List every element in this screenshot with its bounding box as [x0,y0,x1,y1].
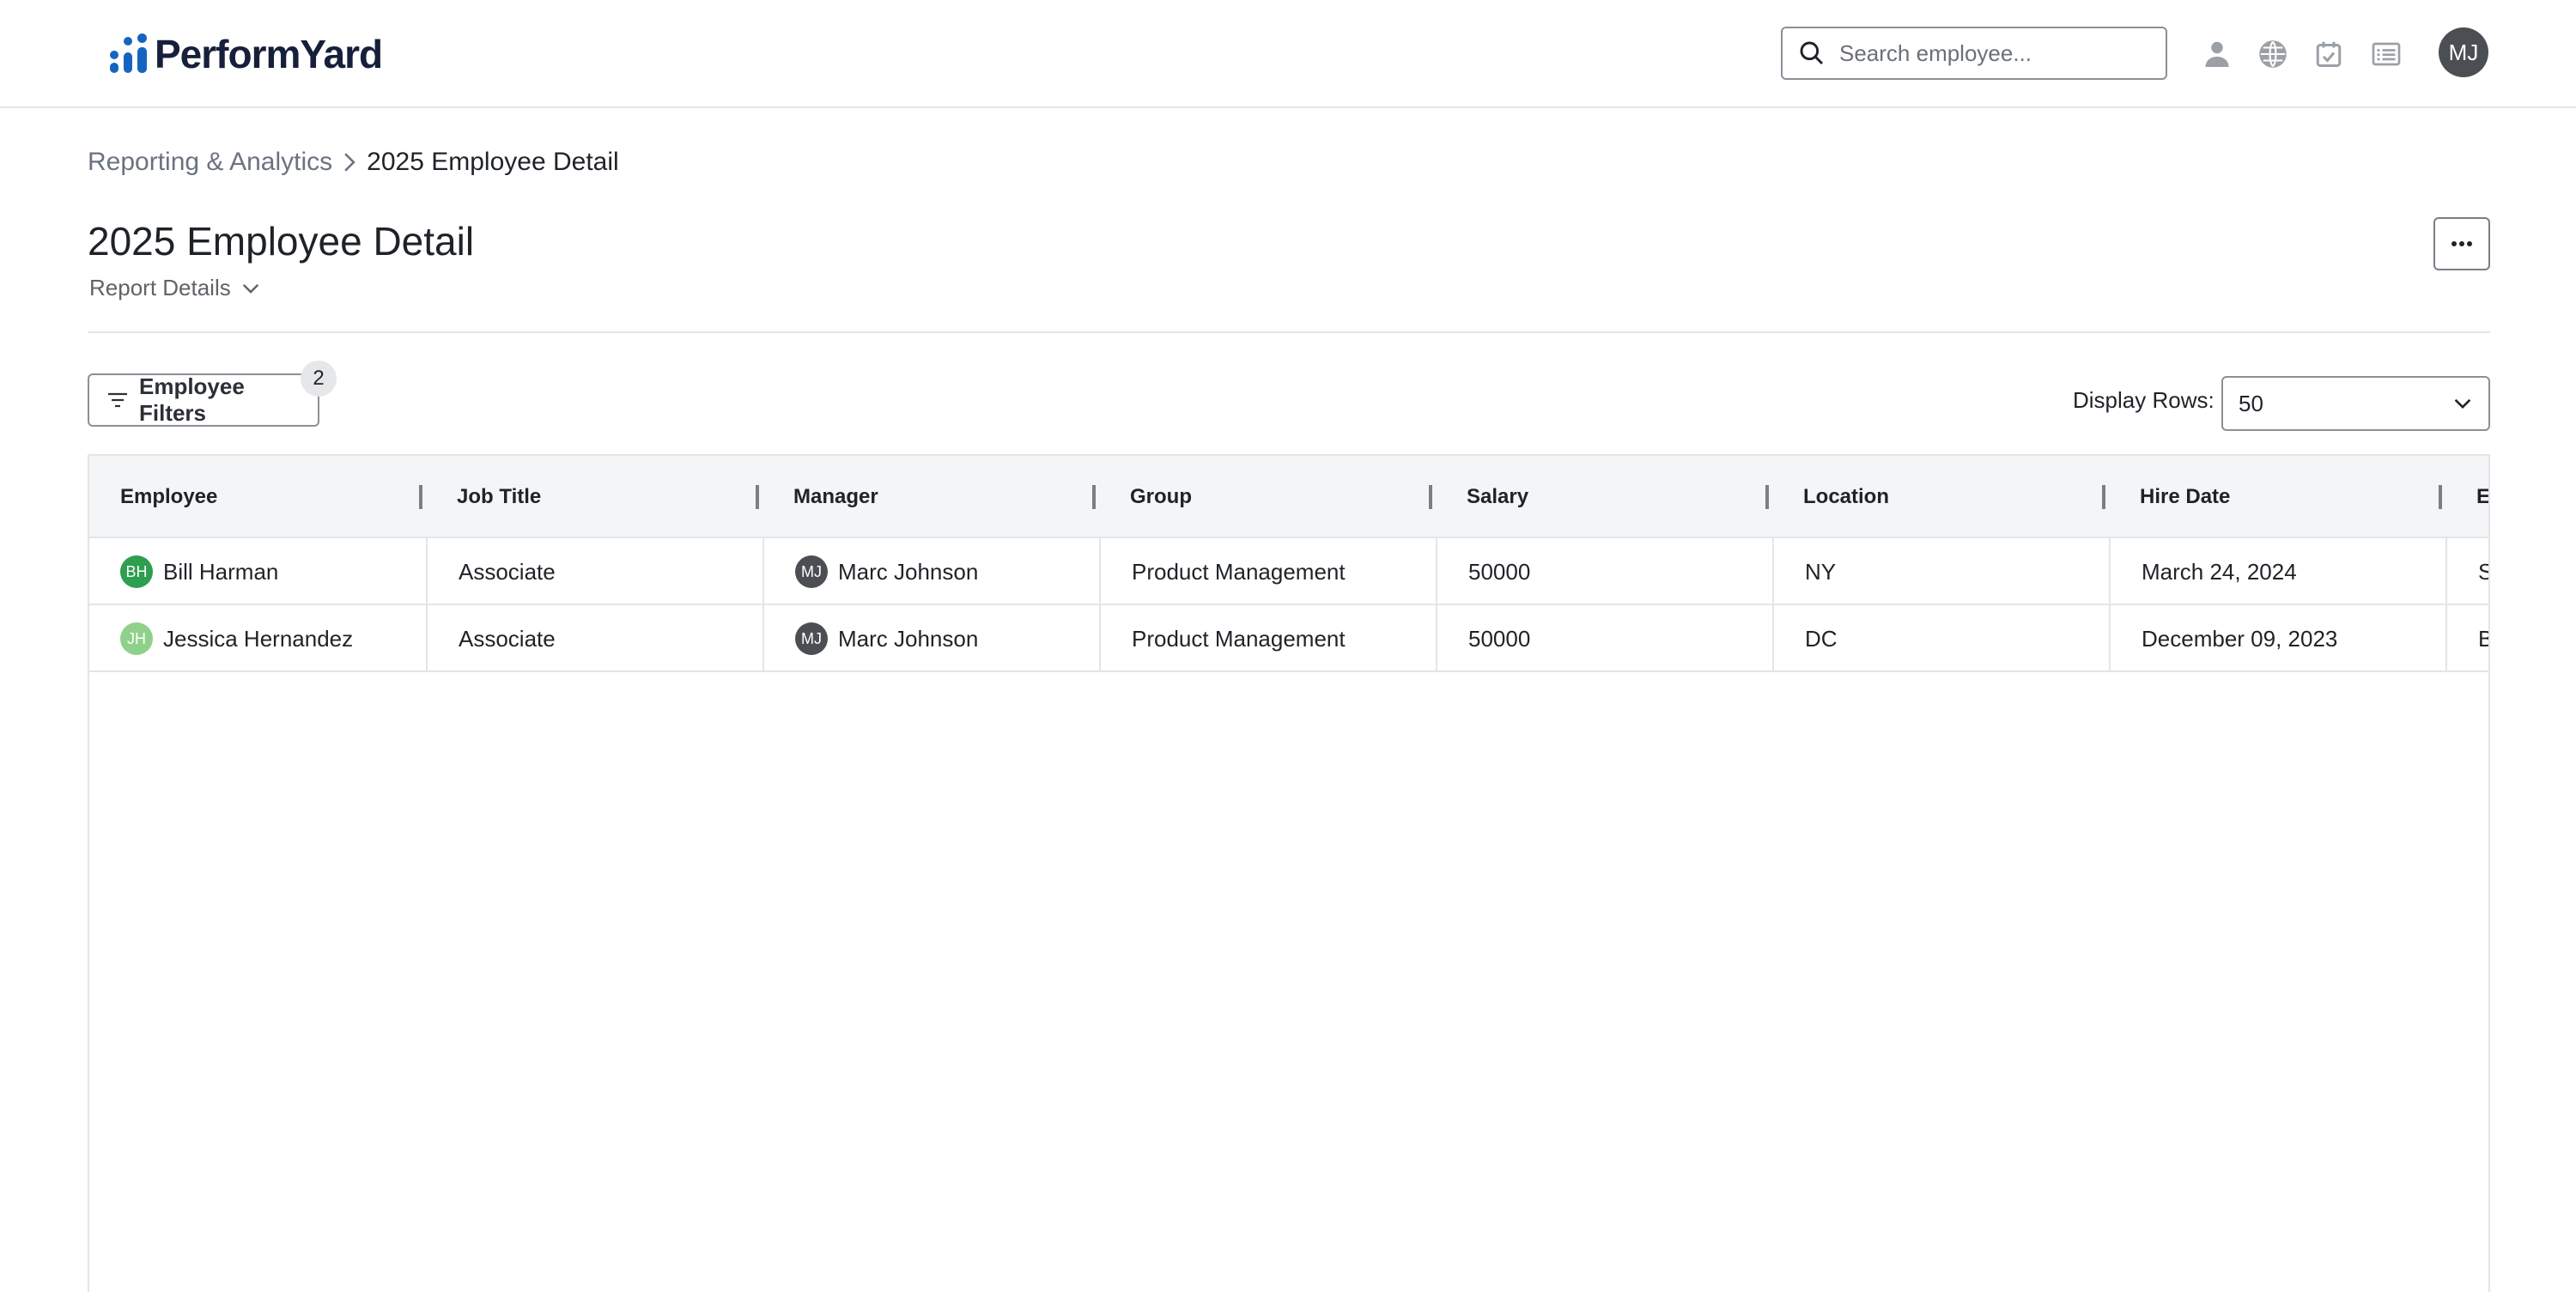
manager-avatar: MJ [795,622,828,655]
employee-name: Jessica Hernandez [163,625,354,652]
table-row[interactable]: BH Bill Harman Associate MJ Marc Johnson… [89,538,2488,605]
column-resizer[interactable] [2102,485,2105,509]
employee-filters-button[interactable]: Employee Filters [88,373,319,427]
table-header: Employee Job Title Manager Group Salary … [89,456,2488,538]
column-resizer[interactable] [419,485,422,509]
column-header-group[interactable]: Group [1099,456,1436,538]
report-details-label: Report Details [89,275,231,300]
report-details-toggle[interactable]: Report Details [89,275,260,301]
logo-mark-icon [106,33,151,75]
breadcrumb-current: 2025 Employee Detail [367,148,619,176]
cell-location: NY [1772,538,2109,605]
cell-partial: Ba [2445,605,2488,672]
cell-salary: 50000 [1436,538,1772,605]
column-header-hire-date[interactable]: Hire Date [2109,456,2445,538]
breadcrumb: Reporting & Analytics 2025 Employee Deta… [88,148,619,177]
list-icon[interactable] [2370,38,2403,70]
display-rows-value: 50 [2239,390,2263,416]
cell-group: Product Management [1099,605,1436,672]
column-resizer[interactable] [2439,485,2442,509]
user-avatar[interactable]: MJ [2439,27,2488,77]
employee-avatar: BH [120,555,153,588]
search-box[interactable] [1781,27,2167,80]
employee-name: Bill Harman [163,558,279,585]
cell-hire-date: December 09, 2023 [2109,605,2445,672]
performyard-logo[interactable]: PerformYard [106,32,383,76]
cell-job-title: Associate [426,605,762,672]
chevron-down-icon [2454,398,2471,409]
cell-employee[interactable]: JH Jessica Hernandez [89,605,426,672]
column-resizer[interactable] [1092,485,1096,509]
cell-hire-date: March 24, 2024 [2109,538,2445,605]
employee-avatar: JH [120,622,153,655]
display-rows-select[interactable]: 50 [2221,376,2490,431]
cell-salary: 50000 [1436,605,1772,672]
employee-filters-label: Employee Filters [138,373,245,426]
column-header-salary[interactable]: Salary [1436,456,1772,538]
column-resizer[interactable] [756,485,759,509]
cell-manager[interactable]: MJ Marc Johnson [762,605,1099,672]
breadcrumb-link-reporting[interactable]: Reporting & Analytics [88,148,332,177]
search-input[interactable] [1839,39,2148,67]
chevron-down-icon [242,283,258,294]
cell-location: DC [1772,605,2109,672]
column-header-job-title[interactable]: Job Title [426,456,762,538]
logo-text: PerformYard [155,32,383,76]
table-row[interactable]: JH Jessica Hernandez Associate MJ Marc J… [89,605,2488,672]
column-header-partial[interactable]: Ed [2445,456,2488,538]
chevron-right-icon [341,151,358,173]
page-title: 2025 Employee Detail [88,219,475,264]
cell-manager[interactable]: MJ Marc Johnson [762,538,1099,605]
column-header-location[interactable]: Location [1772,456,2109,538]
calendar-check-icon[interactable] [2312,38,2345,70]
divider [88,331,2490,333]
filter-icon [107,392,127,408]
manager-name: Marc Johnson [838,558,979,585]
cell-job-title: Associate [426,538,762,605]
manager-name: Marc Johnson [838,625,979,652]
ellipsis-icon [2451,241,2472,246]
cell-partial: So [2445,538,2488,605]
filter-count-badge: 2 [301,361,337,397]
more-options-button[interactable] [2433,217,2490,270]
column-header-employee[interactable]: Employee [89,456,426,538]
column-resizer[interactable] [1765,485,1769,509]
globe-icon[interactable] [2257,38,2289,70]
display-rows-label: Display Rows: [2073,387,2215,413]
cell-group: Product Management [1099,538,1436,605]
manager-avatar: MJ [795,555,828,588]
person-icon[interactable] [2201,38,2233,70]
employee-table: Employee Job Title Manager Group Salary … [88,454,2490,1292]
search-icon [1800,41,1824,65]
column-header-manager[interactable]: Manager [762,456,1099,538]
top-bar: PerformYard MJ [0,0,2576,108]
cell-employee[interactable]: BH Bill Harman [89,538,426,605]
column-resizer[interactable] [1429,485,1432,509]
